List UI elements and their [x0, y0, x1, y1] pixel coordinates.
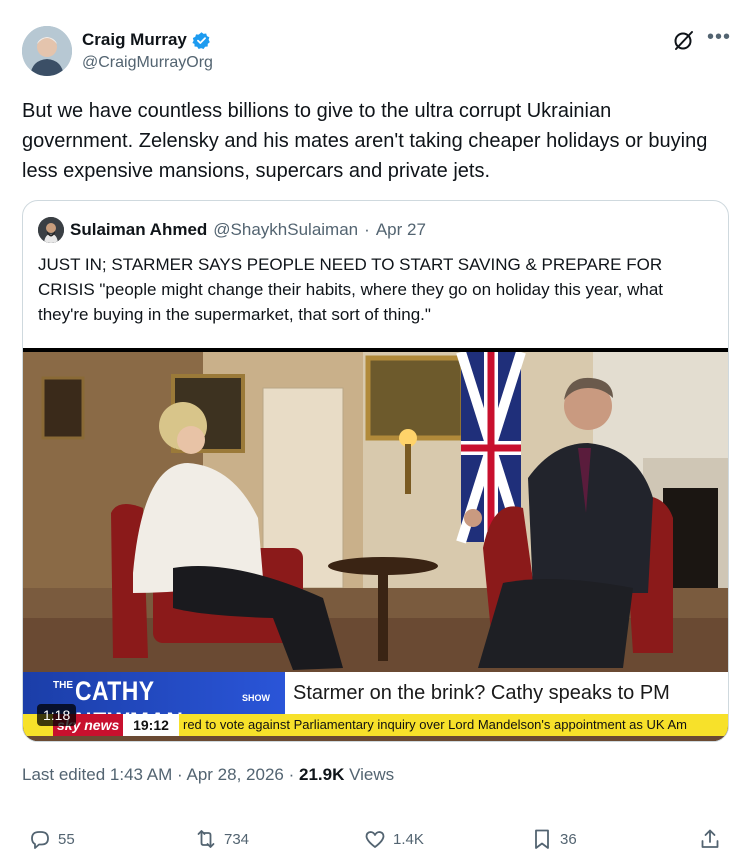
quoted-date[interactable]: Apr 27	[376, 220, 426, 240]
reply-button[interactable]: 55	[28, 822, 75, 856]
bookmark-button[interactable]: 36	[530, 822, 577, 856]
like-count: 1.4K	[393, 830, 424, 848]
views-label: Views	[349, 765, 395, 784]
author-avatar[interactable]	[22, 26, 72, 76]
ticker-time: 19:12	[123, 714, 179, 736]
share-button[interactable]	[698, 822, 722, 856]
author-name[interactable]: Craig Murray	[82, 30, 187, 50]
reply-icon	[31, 831, 49, 849]
bookmark-count: 36	[560, 830, 577, 848]
show-logo-show: SHOW	[242, 693, 270, 703]
grok-icon[interactable]	[672, 28, 696, 52]
quoted-author-handle[interactable]: @ShaykhSulaiman	[213, 220, 358, 240]
separator-dot: ·	[364, 220, 370, 239]
tweet-header: Craig Murray @CraigMurrayOrg •••	[22, 26, 732, 78]
action-bar: 55 734 1.4K 36	[22, 822, 729, 856]
banner-headline: Starmer on the brink? Cathy speaks to PM	[285, 672, 728, 714]
ticker-text: red to vote against Parliamentary inquir…	[183, 717, 687, 732]
heart-icon	[365, 831, 385, 848]
news-ticker: sky news 19:12 red to vote against Parli…	[23, 714, 728, 736]
tweet-text: But we have countless billions to give t…	[22, 100, 708, 182]
quoted-tweet-header: Sulaiman Ahmed @ShaykhSulaiman · Apr 27	[38, 217, 426, 243]
quoted-tweet[interactable]: Sulaiman Ahmed @ShaykhSulaiman · Apr 27 …	[22, 200, 729, 742]
share-icon	[701, 829, 719, 848]
repost-icon	[197, 830, 215, 848]
quoted-tweet-text: JUST IN; STARMER SAYS PEOPLE NEED TO STA…	[38, 255, 664, 324]
tweet-time[interactable]: 1:43 AM	[110, 765, 172, 784]
meta-dot: ·	[177, 765, 183, 784]
repost-count: 734	[224, 830, 250, 848]
tweet-meta: Last edited 1:43 AM · Apr 28, 2026 · 21.…	[22, 765, 394, 785]
meta-dot-2: ·	[288, 765, 295, 784]
edited-label[interactable]: Last edited	[22, 765, 105, 784]
video-player[interactable]: THE CATHY NEWMAN SHOW Starmer on the bri…	[23, 348, 728, 741]
more-options-icon[interactable]: •••	[706, 27, 732, 52]
video-duration-badge: 1:18	[37, 704, 77, 726]
bookmark-icon	[535, 829, 549, 849]
quoted-author-avatar[interactable]	[38, 217, 64, 243]
repost-button[interactable]: 734	[194, 822, 249, 856]
views-count: 21.9K	[299, 765, 345, 784]
show-logo-the: THE	[53, 680, 73, 691]
reply-count: 55	[58, 830, 75, 848]
tweet-date[interactable]: Apr 28, 2026	[187, 765, 284, 784]
quoted-author-name[interactable]: Sulaiman Ahmed	[70, 220, 207, 240]
author-handle[interactable]: @CraigMurrayOrg	[82, 54, 213, 72]
verified-badge-icon	[192, 31, 210, 49]
news-banner: THE CATHY NEWMAN SHOW Starmer on the bri…	[23, 672, 728, 737]
like-button[interactable]: 1.4K	[363, 822, 424, 856]
author-name-row[interactable]: Craig Murray	[82, 30, 211, 50]
